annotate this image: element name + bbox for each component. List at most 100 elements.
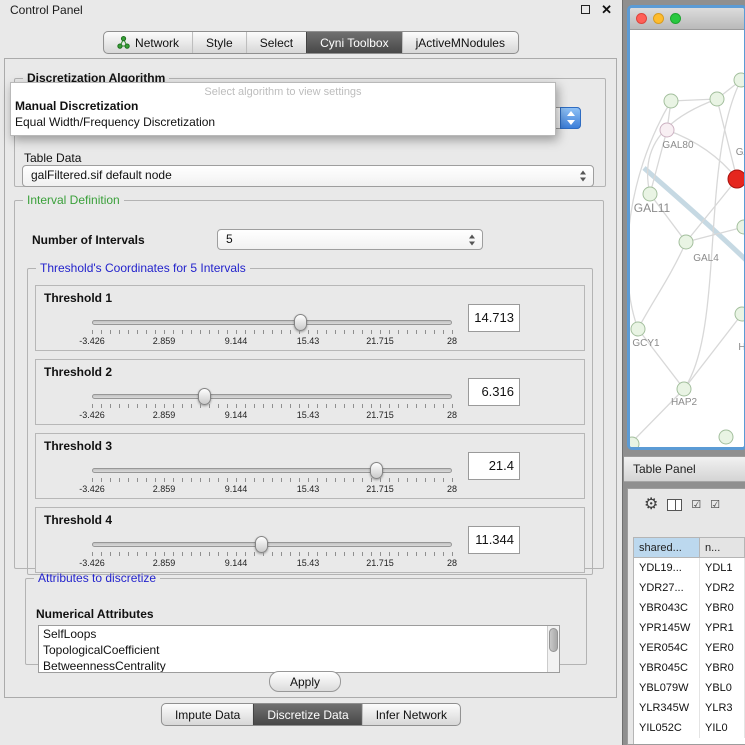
network-node[interactable]	[719, 430, 733, 444]
scale-label: 21.715	[366, 484, 394, 494]
slider-scale: -3.4262.8599.14415.4321.71528	[92, 410, 452, 421]
attribute-item[interactable]: TopologicalCoefficient	[39, 642, 559, 658]
cell-shared-name: YDL19...	[634, 558, 700, 578]
network-node[interactable]	[677, 382, 691, 396]
slider-scale: -3.4262.8599.14415.4321.71528	[92, 484, 452, 495]
network-window-titlebar[interactable]	[630, 8, 744, 30]
threshold-value-field[interactable]: 6.316	[468, 378, 520, 406]
slider-thumb[interactable]	[255, 536, 268, 553]
slider-track[interactable]	[92, 320, 452, 325]
control-panel-titlebar[interactable]: Control Panel ✕	[0, 0, 622, 19]
network-canvas[interactable]: GAL80GAGAL11GAL4GCY1HHAP2	[630, 30, 744, 447]
column-header-1[interactable]: shared...	[634, 538, 700, 558]
interval-definition-group: Interval Definition Number of Intervals …	[14, 193, 604, 569]
tab-label: Discretize Data	[267, 708, 348, 722]
columns-icon[interactable]	[667, 499, 682, 511]
network-node[interactable]	[734, 73, 744, 87]
slider-track[interactable]	[92, 468, 452, 473]
tab-label: jActiveMNodules	[416, 36, 505, 50]
tab-network[interactable]: Network	[104, 32, 192, 53]
deselect-all-icon[interactable]: ☑	[710, 500, 720, 511]
table-row[interactable]: YBR045CYBR0	[634, 658, 745, 678]
scrollbar-thumb[interactable]	[549, 628, 558, 652]
threshold-list: Threshold 1-3.4262.8599.14415.4321.71528…	[28, 285, 592, 581]
network-node[interactable]	[630, 437, 639, 447]
close-icon[interactable]: ✕	[601, 3, 612, 16]
scale-label: 2.859	[153, 336, 176, 346]
table-row[interactable]: YBL079WYBL0	[634, 678, 745, 698]
table-data-select[interactable]: galFiltered.sif default node	[22, 165, 594, 187]
table-row[interactable]: YLR345WYLR3	[634, 698, 745, 718]
attributes-group: Attributes to discretize Numerical Attri…	[25, 571, 587, 665]
scale-label: -3.426	[79, 336, 105, 346]
close-traffic-light-icon[interactable]	[636, 13, 647, 24]
tab-cyni-toolbox[interactable]: Cyni Toolbox	[306, 32, 401, 53]
slider-thumb[interactable]	[198, 388, 211, 405]
slider-track[interactable]	[92, 542, 452, 547]
network-node[interactable]	[643, 187, 657, 201]
tab-label: Network	[135, 36, 179, 50]
threshold-value-field[interactable]: 11.344	[468, 526, 520, 554]
tab-discretize-data[interactable]: Discretize Data	[253, 704, 361, 725]
scrollbar[interactable]	[547, 626, 559, 672]
cell-name: YPR1	[700, 618, 745, 638]
network-node[interactable]	[660, 123, 674, 137]
cell-shared-name: YLR345W	[634, 698, 700, 718]
node-label: GA	[736, 147, 744, 158]
cell-shared-name: YER054C	[634, 638, 700, 658]
threshold-value-field[interactable]: 14.713	[468, 304, 520, 332]
attribute-item[interactable]: SelfLoops	[39, 626, 559, 642]
table-header-row: shared...n...	[634, 538, 745, 558]
threshold-label: Threshold 3	[44, 439, 112, 453]
dropdown-placeholder: Select algorithm to view settings	[11, 83, 555, 98]
slider-track[interactable]	[92, 394, 452, 399]
select-all-icon[interactable]: ☑	[691, 500, 701, 511]
tab-label: Style	[206, 36, 233, 50]
threshold-value-field[interactable]: 21.4	[468, 452, 520, 480]
threshold-panel-2: Threshold 2-3.4262.8599.14415.4321.71528…	[35, 359, 585, 425]
network-edge	[638, 242, 686, 329]
minimize-traffic-light-icon[interactable]	[653, 13, 664, 24]
float-window-icon[interactable]	[581, 5, 590, 14]
tab-impute-data[interactable]: Impute Data	[162, 704, 253, 725]
network-node[interactable]	[728, 170, 744, 188]
network-node[interactable]	[679, 235, 693, 249]
slider-thumb[interactable]	[370, 462, 383, 479]
scale-label: 28	[447, 484, 457, 494]
column-header-2[interactable]: n...	[700, 538, 745, 558]
network-node[interactable]	[631, 322, 645, 336]
node-label: H	[738, 342, 744, 353]
table-row[interactable]: YIL052CYIL0	[634, 718, 745, 738]
scale-label: -3.426	[79, 484, 105, 494]
table-row[interactable]: YDL19...YDL1	[634, 558, 745, 578]
scale-label: 15.43	[297, 558, 320, 568]
network-node[interactable]	[737, 220, 744, 234]
tab-infer-network[interactable]: Infer Network	[362, 704, 460, 725]
zoom-traffic-light-icon[interactable]	[670, 13, 681, 24]
network-node[interactable]	[735, 307, 744, 321]
table-row[interactable]: YDR27...YDR2	[634, 578, 745, 598]
network-node[interactable]	[710, 92, 724, 106]
cell-name: YER0	[700, 638, 745, 658]
scale-label: 15.43	[297, 410, 320, 420]
tab-style[interactable]: Style	[192, 32, 246, 53]
table-row[interactable]: YER054CYER0	[634, 638, 745, 658]
number-of-intervals-select[interactable]: 5	[217, 229, 483, 250]
tab-select[interactable]: Select	[246, 32, 306, 53]
table-row[interactable]: YBR043CYBR0	[634, 598, 745, 618]
network-node[interactable]	[664, 94, 678, 108]
cell-shared-name: YIL052C	[634, 718, 700, 738]
scale-label: 21.715	[366, 558, 394, 568]
gear-icon[interactable]: ⚙	[644, 497, 658, 513]
tab-jactivemnodules[interactable]: jActiveMNodules	[402, 32, 518, 53]
spinner-arrows-icon	[580, 171, 587, 182]
slider-thumb[interactable]	[294, 314, 307, 331]
algorithm-option[interactable]: Manual Discretization	[11, 98, 555, 114]
table-data-value: galFiltered.sif default node	[31, 166, 172, 185]
tab-label: Infer Network	[376, 708, 447, 722]
table-row[interactable]: YPR145WYPR1	[634, 618, 745, 638]
table-panel-header[interactable]: Table Panel	[624, 456, 745, 482]
algorithm-option[interactable]: Equal Width/Frequency Discretization	[11, 114, 555, 130]
cell-name: YBR0	[700, 658, 745, 678]
apply-button[interactable]: Apply	[269, 671, 341, 692]
